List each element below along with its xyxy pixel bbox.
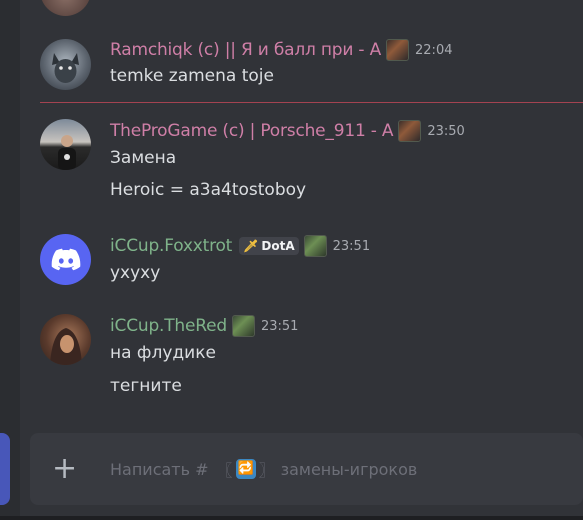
- left-scroll-tab[interactable]: [0, 433, 10, 505]
- message-text: ухуху: [110, 263, 161, 283]
- hooded-avatar-icon: [50, 328, 82, 365]
- timestamp: 22:04: [415, 42, 453, 58]
- bottom-bar: [0, 516, 583, 520]
- wolf-avatar-icon: [52, 53, 79, 83]
- tag-label: DotA: [261, 239, 295, 253]
- username[interactable]: iCCup.Foxxtrot: [110, 236, 232, 256]
- message-header: iCCup.Foxxtrot 🗡 DotA 23:51: [110, 235, 370, 257]
- rank-icon[interactable]: [398, 120, 422, 142]
- timestamp: 23:51: [260, 318, 299, 334]
- placeholder-prefix: Написать #: [110, 459, 209, 479]
- username[interactable]: TheProGame (c) | Porsche_911 - А: [110, 121, 394, 141]
- avatar-theprogame[interactable]: [40, 119, 91, 170]
- bracket-open: 〖: [216, 461, 233, 480]
- server-tag[interactable]: 🗡 DotA: [239, 237, 299, 255]
- message-text: temke zamena toje: [110, 66, 274, 86]
- avatar-thered[interactable]: [40, 314, 91, 365]
- avatar-ramchiqk[interactable]: [40, 39, 91, 90]
- add-attachment-icon[interactable]: +: [52, 454, 77, 484]
- username[interactable]: iCCup.TheRed: [110, 316, 227, 336]
- message-text: Heroic = a3a4tostoboy: [110, 180, 307, 200]
- rank-icon[interactable]: [303, 235, 327, 257]
- avatar-foxxtrot[interactable]: [40, 234, 91, 285]
- message-text: Замена: [110, 148, 177, 168]
- person-avatar-icon: [58, 135, 76, 170]
- sword-icon: 🗡: [243, 239, 259, 253]
- message-header: Ramchiqk (c) || Я и балл при - А 22:04: [110, 39, 452, 61]
- message-text: тегните: [110, 376, 182, 396]
- rank-icon[interactable]: [386, 39, 410, 61]
- message-header: TheProGame (c) | Porsche_911 - А 23:50: [110, 120, 465, 142]
- username[interactable]: Ramchiqk (c) || Я и балл при - А: [110, 40, 381, 60]
- bracket-close: 〗: [258, 461, 275, 480]
- avatar[interactable]: [40, 0, 91, 16]
- timestamp: 23:50: [427, 123, 465, 139]
- new-messages-divider: [40, 102, 583, 103]
- message-header: iCCup.TheRed 23:51: [110, 315, 298, 337]
- message-input[interactable]: Написать # 〖 🔁 〗 замены-игроков: [110, 458, 417, 480]
- repeat-icon: 🔁: [235, 459, 256, 479]
- timestamp: 23:51: [332, 238, 371, 254]
- message-text: на флудике: [110, 343, 216, 363]
- rank-icon[interactable]: [231, 315, 255, 337]
- channel-name: замены-игроков: [280, 459, 418, 479]
- discord-logo-icon: [51, 248, 80, 270]
